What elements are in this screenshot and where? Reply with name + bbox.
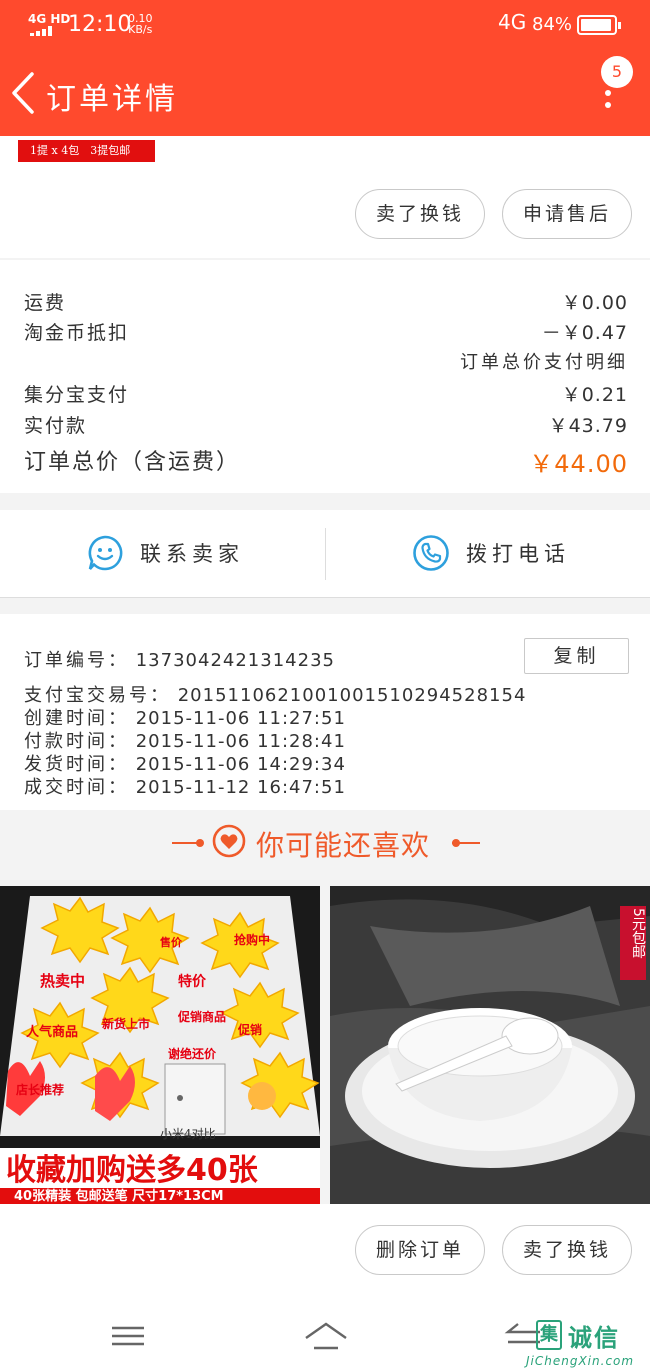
back-button[interactable] bbox=[8, 68, 44, 118]
free-shipping-tag: 5元包邮 bbox=[630, 908, 646, 959]
bowl-product-image bbox=[330, 886, 650, 1204]
order-number-value: 1373042421314235 bbox=[135, 650, 335, 671]
paid-amount-label: 实付款 bbox=[24, 415, 88, 437]
contact-seller-button[interactable]: 联系卖家 bbox=[0, 510, 325, 598]
divider-dot-left bbox=[196, 839, 204, 847]
delete-order-button[interactable]: 删除订单 bbox=[355, 1225, 485, 1275]
battery-percent: 84% bbox=[532, 14, 573, 35]
site-watermark: 集 诚信 JiChengXin.com bbox=[516, 1318, 650, 1372]
sticker-text-special: 特价 bbox=[178, 973, 207, 990]
sell-for-cash-button[interactable]: 卖了换钱 bbox=[355, 189, 485, 239]
watermark-url: JiChengXin.com bbox=[526, 1354, 635, 1368]
network-speed: 0.10 KB/s bbox=[128, 13, 153, 35]
paid-amount-value: ￥43.79 bbox=[548, 415, 628, 437]
done-time-row: 成交时间： 2015-11-12 16:47:51 bbox=[24, 773, 346, 799]
sticker-text-manager: 店长推荐 bbox=[16, 1082, 64, 1097]
sticker-text-price: 售价 bbox=[159, 935, 183, 949]
order-number-label: 订单编号： bbox=[24, 650, 129, 671]
jifenbao-label: 集分宝支付 bbox=[24, 384, 130, 406]
banner-sub-text: 40张精装 包邮送笔 尺寸17*13CM bbox=[14, 1188, 224, 1204]
done-time-value: 2015-11-12 16:47:51 bbox=[135, 777, 346, 798]
sticker-text-hot: 热卖中 bbox=[40, 972, 85, 990]
divider-line-right bbox=[452, 842, 480, 844]
order-total-value: ￥44.00 bbox=[529, 450, 628, 478]
apply-after-sale-button[interactable]: 申请售后 bbox=[502, 189, 632, 239]
call-phone-label: 拨打电话 bbox=[466, 542, 570, 566]
sticker-text-popular: 人气商品 bbox=[26, 1024, 78, 1040]
bottom-action-bar: 删除订单 卖了换钱 bbox=[0, 1204, 650, 1300]
done-time-label: 成交时间： bbox=[24, 777, 129, 798]
promo-tag: 1提 x 4包 3提包邮 bbox=[18, 140, 155, 162]
shipped-time-value: 2015-11-06 14:29:34 bbox=[135, 754, 346, 775]
created-time-label: 创建时间： bbox=[24, 708, 129, 729]
shipping-label: 运费 bbox=[24, 292, 67, 314]
product-section: 1提 x 4包 3提包邮 卖了换钱 申请售后 bbox=[0, 136, 650, 258]
watermark-logo-box: 集 bbox=[536, 1320, 562, 1350]
phone-icon bbox=[413, 535, 449, 571]
order-total-label: 订单总价（含运费） bbox=[24, 450, 241, 475]
watermark-brand: 诚信 bbox=[568, 1324, 620, 1352]
status-time: 12:10 bbox=[68, 12, 132, 37]
app-header-bar: 4G HD 12:10 0.10 KB/s 4G 84% 订单详情 5 bbox=[0, 0, 650, 136]
paid-time-value: 2015-11-06 11:28:41 bbox=[135, 731, 346, 752]
order-info-section: 订单编号： 1373042421314235 复制 支付宝交易号： 201511… bbox=[0, 614, 650, 810]
page-title: 订单详情 bbox=[46, 82, 178, 117]
alipay-trade-value: 2015110621001001510294528154 bbox=[177, 685, 527, 706]
sticker-text-no-bargain: 谢绝还价 bbox=[168, 1046, 217, 1061]
created-time-value: 2015-11-06 11:27:51 bbox=[135, 708, 346, 729]
alipay-trade-label: 支付宝交易号： bbox=[24, 685, 171, 706]
more-menu-icon[interactable] bbox=[598, 90, 618, 120]
copy-order-number-button[interactable]: 复制 bbox=[524, 638, 629, 674]
contact-bar: 联系卖家 拨打电话 bbox=[0, 510, 650, 598]
recommend-header: 你可能还喜欢 bbox=[0, 812, 650, 874]
banner-main-text: 收藏加购送多40张 bbox=[6, 1153, 258, 1188]
network-indicator: 4G bbox=[498, 10, 527, 34]
chat-bubble-icon bbox=[88, 535, 123, 571]
coin-discount-value: －￥0.47 bbox=[541, 322, 628, 344]
shipping-value: ￥0.00 bbox=[561, 292, 628, 314]
signal-icon bbox=[30, 26, 56, 36]
jifenbao-value: ￥0.21 bbox=[561, 384, 628, 406]
chevron-left-icon bbox=[12, 72, 34, 114]
sticker-text-promo-goods: 促销商品 bbox=[177, 1009, 226, 1024]
payment-detail-link[interactable]: 订单总价支付明细 bbox=[460, 348, 628, 374]
contact-seller-label: 联系卖家 bbox=[140, 542, 244, 566]
battery-icon bbox=[577, 15, 621, 35]
network-type-label: 4G HD bbox=[28, 12, 71, 26]
network-speed-unit: KB/s bbox=[128, 23, 153, 36]
recommend-title: 你可能还喜欢 bbox=[256, 829, 431, 862]
message-count-badge[interactable]: 5 bbox=[601, 56, 633, 88]
sticker-text-new: 新货上市 bbox=[102, 1016, 150, 1031]
shipped-time-label: 发货时间： bbox=[24, 754, 129, 775]
order-number-row: 订单编号： 1373042421314235 bbox=[24, 646, 335, 672]
bottom-sell-for-cash-button[interactable]: 卖了换钱 bbox=[502, 1225, 632, 1275]
paid-time-label: 付款时间： bbox=[24, 731, 129, 752]
stickers-product-image: 热卖中 特价 促销商品 新货上市 人气商品 店长推荐 谢绝还价 抢购中 售价 促… bbox=[0, 886, 320, 1204]
recommend-product-bowl[interactable]: 5元包邮 bbox=[330, 886, 650, 1204]
phone-compare-text: 小米4对比 bbox=[160, 1127, 216, 1141]
menu-icon[interactable] bbox=[108, 1320, 148, 1352]
price-summary: 运费 ￥0.00 淘金币抵扣 －￥0.47 订单总价支付明细 集分宝支付 ￥0.… bbox=[0, 260, 650, 493]
recommend-product-stickers[interactable]: 热卖中 特价 促销商品 新货上市 人气商品 店长推荐 谢绝还价 抢购中 售价 促… bbox=[0, 886, 320, 1204]
coin-discount-label: 淘金币抵扣 bbox=[24, 322, 130, 344]
call-phone-button[interactable]: 拨打电话 bbox=[326, 510, 650, 598]
sticker-text-sale: 促销 bbox=[237, 1022, 262, 1037]
heart-icon bbox=[212, 824, 246, 858]
status-bar: 4G HD 12:10 0.10 KB/s 4G 84% bbox=[0, 0, 650, 50]
home-icon[interactable] bbox=[304, 1320, 348, 1352]
nav-header: 订单详情 5 bbox=[0, 50, 650, 136]
sticker-text-rush: 抢购中 bbox=[234, 932, 270, 947]
